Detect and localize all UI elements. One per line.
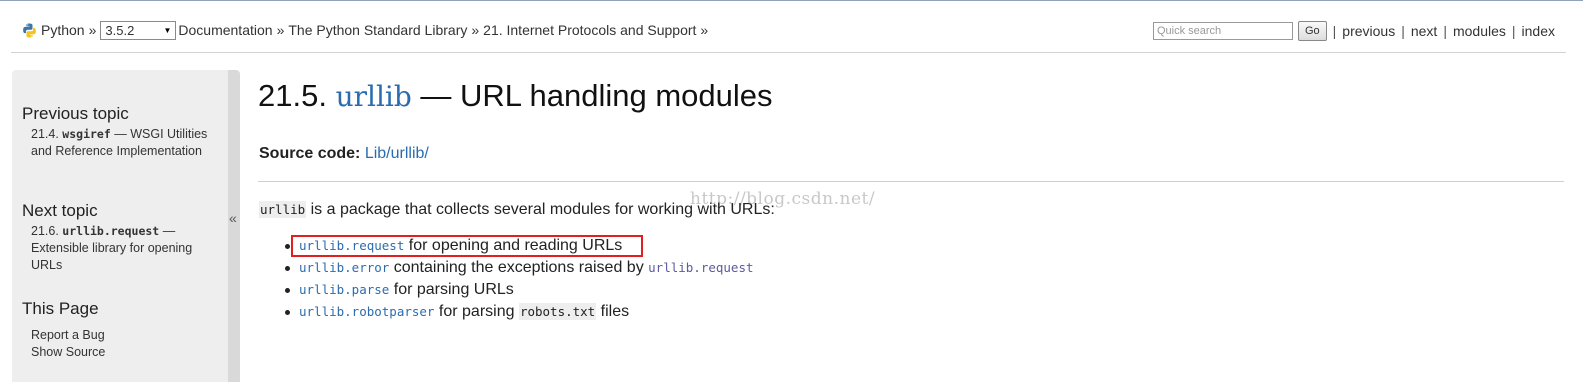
- next-topic-heading: Next topic: [22, 201, 98, 220]
- source-code-label: Source code:: [259, 145, 361, 162]
- module-link-request-inline[interactable]: urllib.request: [648, 260, 753, 275]
- next-topic-number: 21.6.: [31, 224, 59, 238]
- module-link-error[interactable]: urllib.error: [299, 260, 389, 275]
- crumb-separator: »: [471, 22, 480, 38]
- next-topic-link[interactable]: 21.6. urllib.request — Extensible librar…: [31, 223, 216, 274]
- nav-next[interactable]: next: [1411, 23, 1437, 39]
- source-code-line: Source code: Lib/urllib/: [259, 145, 429, 163]
- title-number: 21.5.: [258, 78, 327, 113]
- previous-topic-heading: Previous topic: [22, 104, 129, 123]
- previous-topic-link[interactable]: 21.4. wsgiref — WSGI Utilities and Refer…: [31, 126, 216, 160]
- module-desc: for parsing: [434, 303, 519, 320]
- header-divider: [11, 52, 1566, 53]
- search-input[interactable]: Quick search: [1152, 22, 1293, 40]
- list-item: urllib.parse for parsing URLs: [283, 279, 754, 301]
- nav-separator: |: [1401, 23, 1405, 39]
- nav-separator: |: [1443, 23, 1447, 39]
- nav-modules[interactable]: modules: [1453, 23, 1506, 39]
- this-page-heading: This Page: [22, 299, 99, 318]
- nav-separator: |: [1332, 23, 1337, 39]
- intro-paragraph: urllib is a package that collects severa…: [259, 201, 775, 219]
- previous-topic-number: 21.4.: [31, 127, 59, 141]
- list-item: urllib.robotparser for parsing robots.tx…: [283, 301, 754, 323]
- top-nav: Quick search Go | previous | next | modu…: [1152, 21, 1555, 41]
- breadcrumb: Python » 3.5.2 ▼ Documentation » The Pyt…: [22, 19, 712, 41]
- source-code-link[interactable]: Lib/urllib/: [365, 145, 429, 162]
- module-link-parse[interactable]: urllib.parse: [299, 282, 389, 297]
- highlight-box: [291, 235, 643, 257]
- crumb-separator: »: [276, 22, 285, 38]
- section-divider: [258, 181, 1564, 182]
- python-logo-icon: [23, 22, 36, 38]
- sidebar-collapse-button[interactable]: «: [228, 70, 240, 382]
- title-text: — URL handling modules: [420, 78, 773, 113]
- page-title: 21.5. urllib — URL handling modules: [258, 78, 773, 114]
- crumb-chapter[interactable]: 21. Internet Protocols and Support: [483, 22, 696, 38]
- title-module: urllib: [335, 80, 412, 113]
- next-topic-module: urllib.request: [62, 224, 160, 238]
- chevron-down-icon: ▼: [163, 25, 172, 35]
- module-link-robotparser[interactable]: urllib.robotparser: [299, 304, 434, 319]
- crumb-stdlib[interactable]: The Python Standard Library: [288, 22, 467, 38]
- related-bar: Python » 3.5.2 ▼ Documentation » The Pyt…: [0, 0, 1583, 60]
- nav-index[interactable]: index: [1522, 23, 1555, 39]
- double-chevron-left-icon: «: [229, 210, 237, 226]
- go-button[interactable]: Go: [1297, 21, 1327, 41]
- intro-code: urllib: [259, 201, 307, 218]
- crumb-documentation[interactable]: Documentation: [178, 22, 272, 38]
- list-item: urllib.error containing the exceptions r…: [283, 257, 754, 279]
- module-desc: containing the exceptions raised by: [389, 259, 649, 276]
- module-desc-end: files: [596, 303, 630, 320]
- report-bug-link[interactable]: Report a Bug: [31, 327, 216, 344]
- version-select[interactable]: 3.5.2 ▼: [100, 20, 177, 40]
- intro-text: is a package that collects several modul…: [306, 201, 775, 218]
- module-desc: for parsing URLs: [389, 281, 514, 298]
- crumb-separator: »: [700, 22, 709, 38]
- version-value: 3.5.2: [105, 22, 135, 38]
- nav-previous[interactable]: previous: [1342, 23, 1395, 39]
- sidebar: Previous topic 21.4. wsgiref — WSGI Util…: [12, 70, 228, 382]
- show-source-link[interactable]: Show Source: [31, 344, 216, 361]
- nav-separator: |: [1511, 23, 1516, 39]
- crumb-python[interactable]: Python: [41, 22, 85, 38]
- robots-txt-code: robots.txt: [518, 303, 597, 320]
- crumb-separator: »: [88, 22, 97, 38]
- previous-topic-module: wsgiref: [62, 127, 111, 141]
